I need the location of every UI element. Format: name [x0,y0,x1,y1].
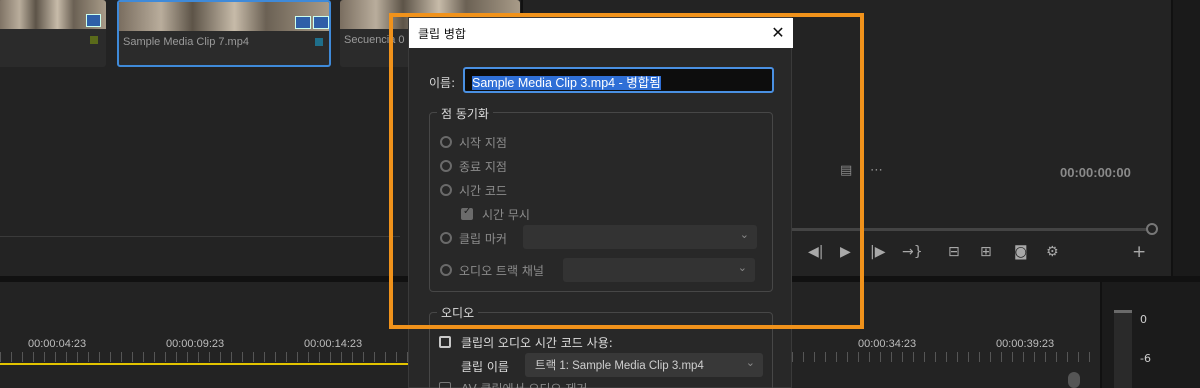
lift-icon[interactable]: ⊟ [948,244,960,260]
timecode-label: 시간 코드 [459,184,507,198]
radio-start-point[interactable] [440,136,452,148]
name-input[interactable]: Sample Media Clip 3.mp4 - 병합됨 [463,67,774,93]
step-forward-button[interactable]: |▶ [870,244,885,260]
chevron-down-icon: ⌄ [739,228,749,241]
label-color-chip [315,38,323,46]
ruler-timecode: 00:00:09:23 [166,338,225,350]
ignore-time-checkbox[interactable] [461,206,473,220]
ruler-timecode: 00:00:04:23 [28,338,87,350]
scrub-bar[interactable] [790,228,1152,231]
remove-audio-label: AV 클립에서 오디오 제거 [461,380,587,388]
audio-badge-icon [313,16,329,29]
video-badge-icon [295,16,311,29]
clip-name-select[interactable]: 트랙 1: Sample Media Clip 3.mp4 ⌄ [525,353,763,377]
clip-name: Sample Media Clip 7.mp4 [123,36,249,48]
ruler-timecode: 00:00:34:23 [858,338,917,350]
close-icon[interactable]: ✕ [767,22,789,44]
playhead-timecode[interactable]: 00:00:00:00 [1060,165,1131,180]
audio-track-channel-label: 오디오 트랙 채널 [459,264,544,278]
name-label: 이름: [429,76,456,90]
clip-marker-label: 클립 마커 [459,232,507,246]
merge-clips-dialog: 클립 병합 ✕ 이름: Sample Media Clip 3.mp4 - 병합… [408,17,793,388]
extract-icon[interactable]: ⊞ [980,244,992,260]
label-color-chip [90,36,98,44]
radio-audio-track-channel[interactable] [440,264,452,276]
audio-channel-select[interactable]: ⌄ [563,258,755,282]
clip-name-label: 클립 이름 [461,360,509,374]
clip-marker-select[interactable]: ⌄ [523,225,757,249]
meter-scale-label: -6 [1140,352,1151,365]
audio-group-title: 오디오 [437,304,479,321]
sync-group-title: 점 동기화 [437,105,493,122]
audio-meter-bar [1114,310,1132,388]
radio-clip-marker[interactable] [440,232,452,244]
camera-icon[interactable]: ◙ [1014,244,1028,260]
use-audio-timecode-checkbox[interactable] [439,336,451,348]
ruler-timecode: 00:00:14:23 [304,338,363,350]
play-button[interactable]: ▶ [840,244,851,260]
sequence-badge-icon [86,14,101,27]
chevron-down-icon: ⌄ [737,261,747,274]
clip-name: Secuencia 0 [344,34,405,46]
name-input-value: Sample Media Clip 3.mp4 - 병합됨 [472,76,661,90]
timeline-scrollbar[interactable] [1068,372,1080,388]
clip-thumbnail-selected[interactable]: Sample Media Clip 7.mp4 [117,0,331,67]
bin-divider [0,236,400,237]
panel-edge [1171,0,1200,276]
ignore-time-label: 시간 무시 [482,208,530,222]
dialog-title: 클립 병합 [418,27,466,41]
radio-timecode[interactable] [440,184,452,196]
add-button[interactable]: + [1132,242,1146,262]
step-back-button[interactable]: ◀| [808,244,823,260]
go-to-out-button[interactable]: →} [902,244,923,260]
chevron-down-icon: ⌄ [745,356,755,369]
meter-scale-label: 0 [1140,313,1147,326]
use-audio-timecode-label: 클립의 오디오 시간 코드 사용: [461,336,613,350]
settings-icon[interactable]: ⚙ [1046,244,1059,260]
start-point-label: 시작 지점 [459,136,507,150]
film-icon[interactable]: ▤ [840,163,852,178]
waveform-icon[interactable]: ⋯ [870,163,883,178]
radio-end-point[interactable] [440,160,452,172]
clip-name-select-value: 트랙 1: Sample Media Clip 3.mp4 [535,360,704,372]
dialog-titlebar[interactable]: 클립 병합 ✕ [409,18,793,48]
remove-audio-checkbox[interactable] [439,382,451,388]
end-point-label: 종료 지점 [459,160,507,174]
work-area-bar[interactable] [0,363,410,365]
ruler-timecode: 00:00:39:23 [996,338,1055,350]
scrub-handle[interactable] [1146,223,1158,235]
clip-thumbnail[interactable] [0,0,106,67]
